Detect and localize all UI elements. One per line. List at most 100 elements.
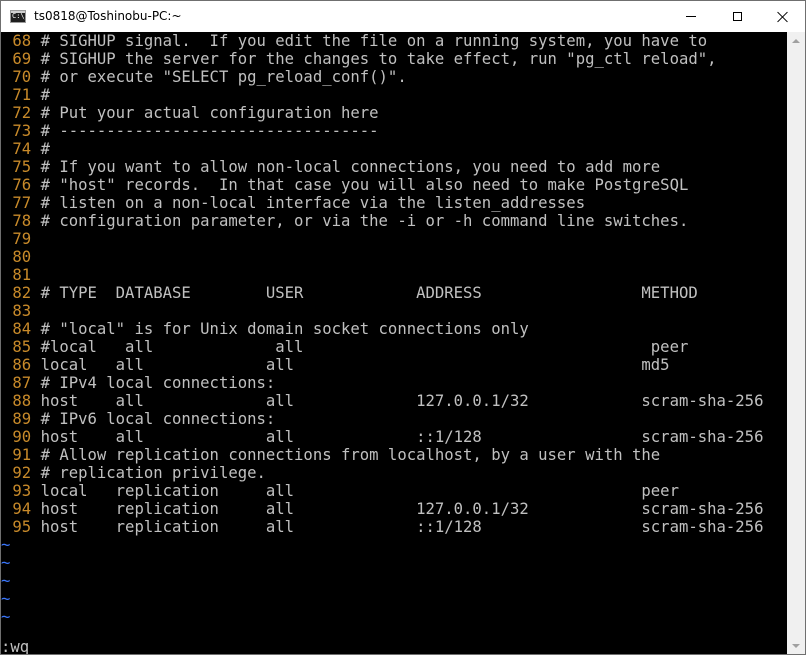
- line-text: # listen on a non-local interface via th…: [40, 194, 586, 212]
- terminal-line: 95 host replication all ::1/128 scram-sh…: [3, 518, 763, 536]
- terminal-line: 94 host replication all 127.0.0.1/32 scr…: [3, 500, 763, 518]
- terminal-line: 79: [3, 230, 41, 248]
- line-number: 89: [3, 410, 41, 428]
- terminal-line: 88 host all all 127.0.0.1/32 scram-sha-2…: [3, 392, 763, 410]
- line-number: 94: [3, 500, 41, 518]
- vertical-scrollbar[interactable]: [787, 32, 805, 654]
- line-text: # ----------------------------------: [40, 122, 379, 140]
- line-number: 87: [3, 374, 41, 392]
- line-text: #: [40, 86, 50, 104]
- line-text: # "local" is for Unix domain socket conn…: [40, 320, 529, 338]
- line-number: 85: [3, 338, 41, 356]
- line-number: 71: [3, 86, 41, 104]
- line-number: 90: [3, 428, 41, 446]
- line-number: 80: [3, 248, 41, 266]
- line-number: 72: [3, 104, 41, 122]
- scrollbar-track[interactable]: [787, 49, 805, 637]
- terminal-line: 72 # Put your actual configuration here: [3, 104, 379, 122]
- minimize-icon: [686, 16, 696, 17]
- terminal-line: 92 # replication privilege.: [3, 464, 266, 482]
- line-text: # Allow replication connections from loc…: [40, 446, 661, 464]
- terminal-line: 78 # configuration parameter, or via the…: [3, 212, 688, 230]
- line-number: 84: [3, 320, 41, 338]
- terminal-buffer[interactable]: 68 # SIGHUP signal. If you edit the file…: [1, 32, 787, 654]
- line-number: 83: [3, 302, 41, 320]
- line-text: # IPv4 local connections:: [40, 374, 276, 392]
- line-text: # SIGHUP the server for the changes to t…: [40, 50, 717, 68]
- line-number: 82: [3, 284, 41, 302]
- scroll-down-button[interactable]: [787, 637, 805, 654]
- line-text: # or execute "SELECT pg_reload_conf()".: [40, 68, 407, 86]
- terminal-line: 80: [3, 248, 41, 266]
- close-icon: [777, 11, 789, 23]
- terminal-line: 83: [3, 302, 41, 320]
- line-number: 91: [3, 446, 41, 464]
- maximize-icon: [732, 12, 742, 21]
- empty-buffer-tilde: ~: [1, 572, 11, 590]
- empty-buffer-tilde: ~: [1, 554, 11, 572]
- line-number: 93: [3, 482, 41, 500]
- line-text: # IPv6 local connections:: [40, 410, 276, 428]
- arrow-up-icon: [792, 38, 800, 43]
- line-number: 79: [3, 230, 41, 248]
- terminal-line: 82 # TYPE DATABASE USER ADDRESS METHOD: [3, 284, 698, 302]
- console-app-icon[interactable]: C:\_: [10, 10, 26, 23]
- line-number: 74: [3, 140, 41, 158]
- line-text: host all all 127.0.0.1/32 scram-sha-256: [40, 392, 764, 410]
- arrow-down-icon: [792, 643, 800, 648]
- terminal-line: 87 # IPv4 local connections:: [3, 374, 275, 392]
- line-text: # If you want to allow non-local connect…: [40, 158, 661, 176]
- line-number: 75: [3, 158, 41, 176]
- line-number: 68: [3, 32, 41, 50]
- terminal-line: 71 #: [3, 86, 50, 104]
- terminal-line: 74 #: [3, 140, 50, 158]
- line-text: #local all all peer: [40, 338, 689, 356]
- line-number: 76: [3, 176, 41, 194]
- terminal-line: 93 local replication all peer: [3, 482, 679, 500]
- line-text: #: [40, 140, 50, 158]
- line-text: # "host" records. In that case you will …: [40, 176, 689, 194]
- line-number: 81: [3, 266, 41, 284]
- terminal-line: 86 local all all md5: [3, 356, 670, 374]
- terminal-line: 84 # "local" is for Unix domain socket c…: [3, 320, 529, 338]
- scroll-up-button[interactable]: [787, 32, 805, 49]
- close-button[interactable]: [760, 1, 805, 32]
- line-number: 78: [3, 212, 41, 230]
- command-line[interactable]: :wq: [1, 638, 29, 654]
- terminal-line: 73 # ----------------------------------: [3, 122, 379, 140]
- line-text: host all all ::1/128 scram-sha-256: [40, 428, 764, 446]
- line-text: host replication all ::1/128 scram-sha-2…: [40, 518, 764, 536]
- line-number: 86: [3, 356, 41, 374]
- line-text: # TYPE DATABASE USER ADDRESS METHOD: [40, 284, 698, 302]
- terminal-line: 69 # SIGHUP the server for the changes t…: [3, 50, 717, 68]
- terminal-line: 77 # listen on a non-local interface via…: [3, 194, 585, 212]
- line-number: 73: [3, 122, 41, 140]
- terminal-window: C:\_ ts0818@Toshinobu-PC:~ 68 # SIGHUP s…: [0, 0, 806, 655]
- empty-buffer-tilde: ~: [1, 590, 11, 608]
- line-text: local all all md5: [40, 356, 670, 374]
- line-number: 95: [3, 518, 41, 536]
- terminal-line: 89 # IPv6 local connections:: [3, 410, 275, 428]
- line-number: 77: [3, 194, 41, 212]
- terminal-line: 68 # SIGHUP signal. If you edit the file…: [3, 32, 707, 50]
- terminal-line: 90 host all all ::1/128 scram-sha-256: [3, 428, 763, 446]
- terminal-line: 70 # or execute "SELECT pg_reload_conf()…: [3, 68, 407, 86]
- line-text: # replication privilege.: [40, 464, 266, 482]
- terminal-line: 85 #local all all peer: [3, 338, 688, 356]
- terminal-line: 75 # If you want to allow non-local conn…: [3, 158, 660, 176]
- title-bar[interactable]: C:\_ ts0818@Toshinobu-PC:~: [1, 1, 805, 32]
- line-text: # configuration parameter, or via the -i…: [40, 212, 689, 230]
- line-text: local replication all peer: [40, 482, 679, 500]
- empty-buffer-tilde: ~: [1, 536, 11, 554]
- minimize-button[interactable]: [668, 1, 714, 32]
- line-number: 88: [3, 392, 41, 410]
- line-text: # Put your actual configuration here: [40, 104, 379, 122]
- terminal-line: 81: [3, 266, 41, 284]
- line-number: 70: [3, 68, 41, 86]
- terminal-line: 91 # Allow replication connections from …: [3, 446, 660, 464]
- window-title: ts0818@Toshinobu-PC:~: [34, 9, 182, 23]
- line-number: 92: [3, 464, 41, 482]
- maximize-button[interactable]: [714, 1, 760, 32]
- line-text: # SIGHUP signal. If you edit the file on…: [40, 32, 708, 50]
- line-text: host replication all 127.0.0.1/32 scram-…: [40, 500, 764, 518]
